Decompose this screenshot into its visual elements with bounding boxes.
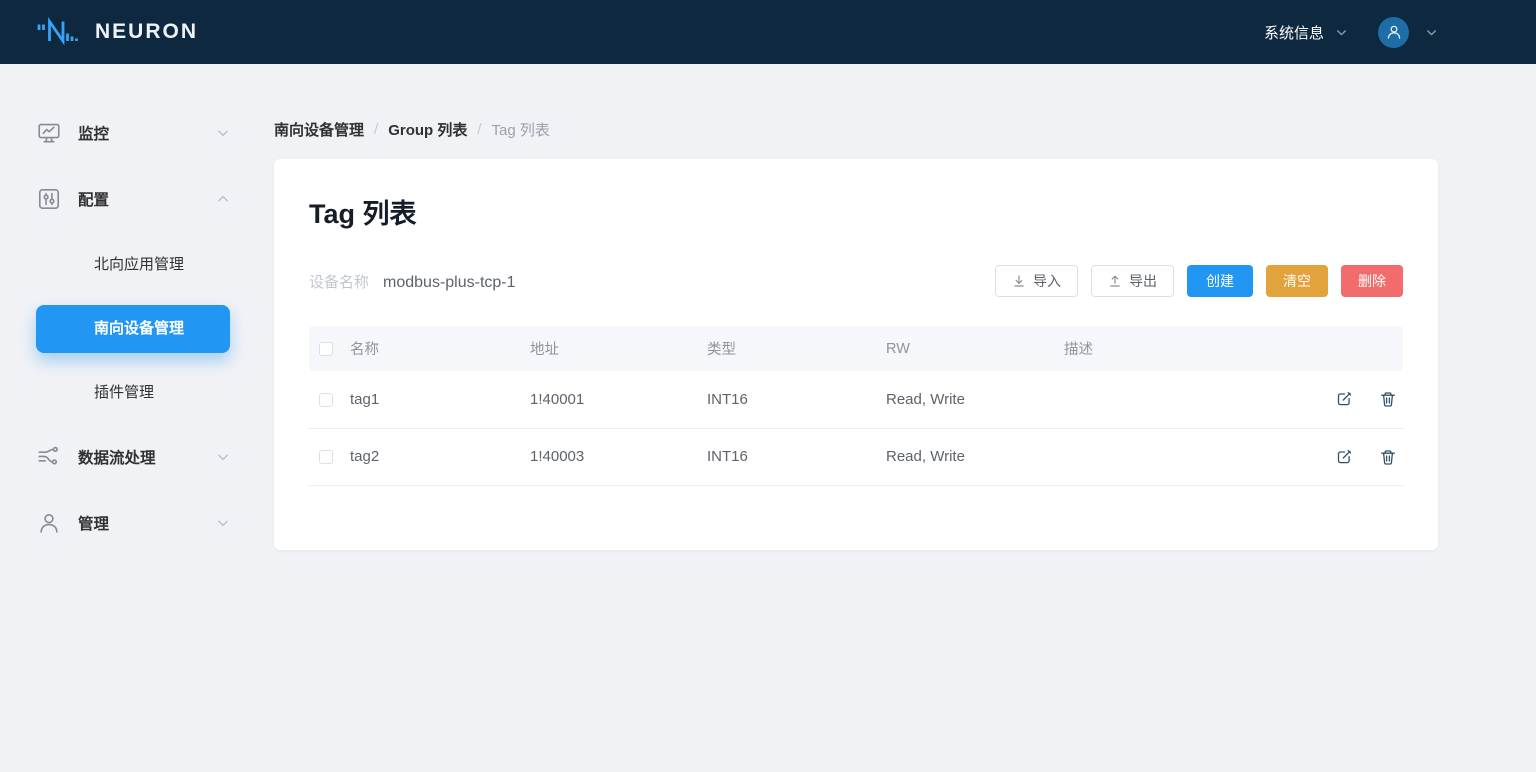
sidebar: 监控 配置 北向应用管理 南向设备管理 插件管理 数据流处理 管理 (0, 64, 274, 772)
cell-description (1064, 428, 1328, 486)
monitor-icon (36, 120, 62, 146)
system-info-label: 系统信息 (1263, 24, 1324, 42)
breadcrumb: 南向设备管理 / Group 列表 / Tag 列表 (274, 119, 1438, 140)
topbar: NEURON 系统信息 (0, 0, 1536, 64)
breadcrumb-separator: / (374, 121, 379, 138)
system-info-menu[interactable]: 系统信息 (1264, 22, 1348, 43)
sidebar-item-label: 数据流处理 (78, 450, 156, 467)
row-actions (1328, 390, 1403, 408)
sidebar-item-monitoring[interactable]: 监控 (36, 109, 230, 157)
admin-icon (36, 510, 62, 536)
toolbar: 导入 导出 创建 清空 删除 (995, 265, 1403, 297)
cell-rw: Read, Write (886, 371, 1064, 429)
cell-address: 1!40001 (530, 371, 707, 429)
delete-icon[interactable] (1379, 390, 1397, 408)
column-header-description: 描述 (1064, 326, 1328, 371)
import-label: 导入 (1033, 273, 1061, 289)
edit-icon[interactable] (1335, 390, 1353, 408)
card-toolbar-row: 设备名称 modbus-plus-tcp-1 导入 导出 创建 清空 删除 (309, 265, 1403, 297)
row-checkbox[interactable] (319, 450, 333, 465)
dataflow-icon (36, 444, 62, 470)
tag-list-card: Tag 列表 设备名称 modbus-plus-tcp-1 导入 导出 创建 清… (274, 159, 1438, 550)
chevron-up-icon (216, 192, 230, 206)
breadcrumb-tag-list: Tag 列表 (491, 122, 550, 139)
row-checkbox[interactable] (319, 392, 333, 407)
edit-icon[interactable] (1335, 448, 1353, 466)
sidebar-item-label: 监控 (78, 126, 110, 143)
device-name-value: modbus-plus-tcp-1 (383, 273, 516, 291)
chevron-down-icon (216, 450, 230, 464)
cell-type: INT16 (707, 428, 886, 486)
delete-button[interactable]: 删除 (1341, 265, 1403, 297)
upload-icon (1108, 274, 1122, 288)
breadcrumb-south-devices[interactable]: 南向设备管理 (274, 119, 364, 140)
brand: NEURON (36, 14, 198, 50)
table-row: tag2 1!40003 INT16 Read, Write (309, 428, 1403, 486)
select-all-checkbox[interactable] (319, 341, 333, 356)
row-actions (1328, 448, 1403, 466)
create-button[interactable]: 创建 (1187, 265, 1253, 297)
column-header-type: 类型 (707, 326, 886, 371)
brand-name: NEURON (95, 20, 199, 43)
device-name-label: 设备名称 (309, 273, 370, 291)
config-icon (36, 186, 62, 212)
cell-address: 1!40003 (530, 428, 707, 486)
download-icon (1012, 274, 1026, 288)
sidebar-item-north-apps[interactable]: 北向应用管理 (36, 241, 230, 289)
cell-type: INT16 (707, 371, 886, 429)
chevron-down-icon (1335, 26, 1348, 39)
table-row: tag1 1!40001 INT16 Read, Write (309, 371, 1403, 429)
sidebar-item-label: 管理 (78, 516, 110, 533)
breadcrumb-group-list[interactable]: Group 列表 (388, 119, 467, 140)
chevron-down-icon (1425, 26, 1438, 39)
main-content: 南向设备管理 / Group 列表 / Tag 列表 Tag 列表 设备名称 m… (274, 64, 1536, 550)
column-header-rw: RW (886, 326, 1064, 371)
device-info: 设备名称 modbus-plus-tcp-1 (309, 271, 516, 292)
sidebar-item-south-devices[interactable]: 南向设备管理 (36, 305, 230, 353)
table-header-row: 名称 地址 类型 RW 描述 (309, 326, 1403, 371)
tag-table: 名称 地址 类型 RW 描述 tag1 1!40001 INT16 Read, … (309, 326, 1403, 486)
neuron-logo-icon (36, 14, 80, 50)
chevron-down-icon (216, 516, 230, 530)
cell-name: tag2 (350, 428, 530, 486)
page-title: Tag 列表 (309, 199, 417, 229)
cell-rw: Read, Write (886, 428, 1064, 486)
column-header-name: 名称 (350, 326, 530, 371)
avatar[interactable] (1378, 16, 1409, 48)
export-button[interactable]: 导出 (1091, 265, 1174, 297)
column-header-address: 地址 (530, 326, 707, 371)
sidebar-item-admin[interactable]: 管理 (36, 499, 230, 547)
cell-description (1064, 371, 1328, 429)
sidebar-item-plugins[interactable]: 插件管理 (36, 369, 230, 417)
sidebar-item-label: 配置 (78, 192, 110, 209)
delete-icon[interactable] (1379, 448, 1397, 466)
sidebar-item-configuration[interactable]: 配置 (36, 175, 230, 223)
chevron-down-icon (216, 126, 230, 140)
clear-button[interactable]: 清空 (1266, 265, 1328, 297)
breadcrumb-separator: / (477, 121, 482, 138)
sidebar-item-dataflow[interactable]: 数据流处理 (36, 433, 230, 481)
import-button[interactable]: 导入 (995, 265, 1078, 297)
cell-name: tag1 (350, 371, 530, 429)
user-menu[interactable] (1378, 16, 1438, 48)
topbar-right: 系统信息 (1264, 16, 1438, 48)
export-label: 导出 (1129, 273, 1157, 289)
